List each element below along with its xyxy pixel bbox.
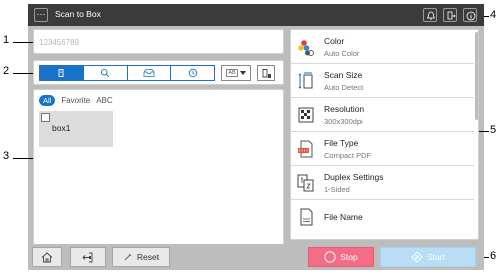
- setting-label: Duplex Settings: [324, 172, 384, 182]
- settings-scrollbar[interactable]: [475, 32, 478, 120]
- setting-resolution[interactable]: Resolution 300x300dpi: [291, 98, 474, 132]
- pdf-icon: [298, 140, 313, 158]
- reset-label: Reset: [136, 252, 160, 262]
- search-icon: [101, 68, 110, 78]
- box-checkbox[interactable]: [41, 113, 50, 122]
- callout-line-6: [484, 257, 489, 258]
- duplex-icon: [297, 174, 314, 192]
- setting-file-name[interactable]: File Name: [291, 200, 474, 234]
- device-sync-icon[interactable]: [443, 8, 457, 22]
- callout-number-3: 3: [3, 150, 10, 162]
- box-document-icon: [58, 69, 64, 77]
- callout-line-2: [13, 73, 33, 74]
- color-icon: [298, 40, 314, 56]
- tray-icon: [143, 69, 155, 77]
- info-icon[interactable]: [463, 8, 477, 22]
- home-button[interactable]: [32, 247, 62, 267]
- left-panel: AB All Favorite ABC box1: [33, 29, 284, 268]
- setting-color[interactable]: Color Auto Color: [291, 30, 474, 64]
- setting-label: File Name: [324, 212, 363, 222]
- setting-scan-size[interactable]: Scan Size Auto Detect: [291, 64, 474, 98]
- scan-settings-panel: Color Auto Color Scan Size Auto Detect R…: [290, 29, 479, 240]
- stop-icon: [324, 251, 336, 263]
- box-number-input[interactable]: [39, 35, 269, 49]
- sort-dropdown-value: AB: [226, 69, 238, 77]
- callout-number-6: 6: [490, 250, 497, 262]
- box-list-area: All Favorite ABC box1: [33, 89, 284, 268]
- notification-bell-icon[interactable]: [423, 8, 437, 22]
- setting-label: File Type: [324, 138, 359, 148]
- start-label: Start: [427, 252, 445, 262]
- screen-title: Scan to Box: [55, 9, 101, 19]
- setting-duplex[interactable]: Duplex Settings 1-Sided: [291, 166, 474, 200]
- filter-tabs: All Favorite ABC: [39, 95, 113, 106]
- reset-button[interactable]: Reset: [112, 247, 170, 267]
- setting-value: 300x300dpi: [324, 117, 363, 126]
- sort-dropdown[interactable]: AB: [221, 65, 251, 81]
- callout-line-1: [13, 42, 33, 43]
- setting-value: Compact PDF: [324, 151, 372, 160]
- stop-label: Stop: [340, 252, 358, 262]
- title-bar: ··· Scan to Box: [28, 4, 484, 26]
- tab-box-list[interactable]: [40, 66, 83, 80]
- tab-history[interactable]: [170, 66, 214, 80]
- callout-number-1: 1: [3, 34, 10, 46]
- setting-label: Scan Size: [324, 70, 363, 80]
- start-icon: [411, 251, 423, 263]
- setting-value: Auto Detect: [324, 83, 364, 92]
- callout-number-2: 2: [3, 65, 10, 77]
- box-detail-button[interactable]: [257, 65, 275, 81]
- tab-tray[interactable]: [126, 66, 171, 80]
- filter-tab-all[interactable]: All: [39, 95, 56, 106]
- menu-button[interactable]: ···: [34, 8, 48, 22]
- clock-icon: [188, 68, 197, 78]
- setting-value: 1-Sided: [324, 185, 350, 194]
- bottom-bar: Reset Stop Start: [28, 244, 484, 270]
- callout-line-5: [479, 131, 489, 132]
- chevron-down-icon: [239, 71, 246, 75]
- scan-size-icon: [298, 72, 313, 89]
- filter-tab-abc[interactable]: ABC: [96, 96, 112, 105]
- setting-file-type[interactable]: File Type Compact PDF: [291, 132, 474, 166]
- callout-number-5: 5: [490, 124, 497, 136]
- resolution-icon: [298, 107, 314, 123]
- setting-value: Auto Color: [324, 49, 360, 58]
- home-icon: [41, 251, 53, 262]
- box-number-field[interactable]: [33, 29, 284, 54]
- logout-button[interactable]: [70, 247, 106, 267]
- box-toolbar: AB: [33, 60, 284, 85]
- setting-label: Color: [324, 36, 345, 46]
- reset-brush-icon: [124, 253, 132, 261]
- setting-label: Resolution: [324, 104, 365, 114]
- stop-button[interactable]: Stop: [308, 247, 374, 267]
- view-mode-tabs: [39, 65, 215, 81]
- callout-number-4: 4: [490, 9, 497, 21]
- box-name: box1: [52, 123, 71, 133]
- logout-icon: [82, 252, 93, 262]
- callout-line-3: [13, 158, 33, 159]
- box-sort-icon: [262, 68, 271, 78]
- tab-search[interactable]: [82, 66, 127, 80]
- callout-line-4: [484, 16, 489, 17]
- file-name-icon: [300, 208, 313, 226]
- filter-tab-favorite[interactable]: Favorite: [61, 96, 90, 105]
- start-button[interactable]: Start: [380, 247, 476, 267]
- box-card[interactable]: box1: [39, 111, 113, 147]
